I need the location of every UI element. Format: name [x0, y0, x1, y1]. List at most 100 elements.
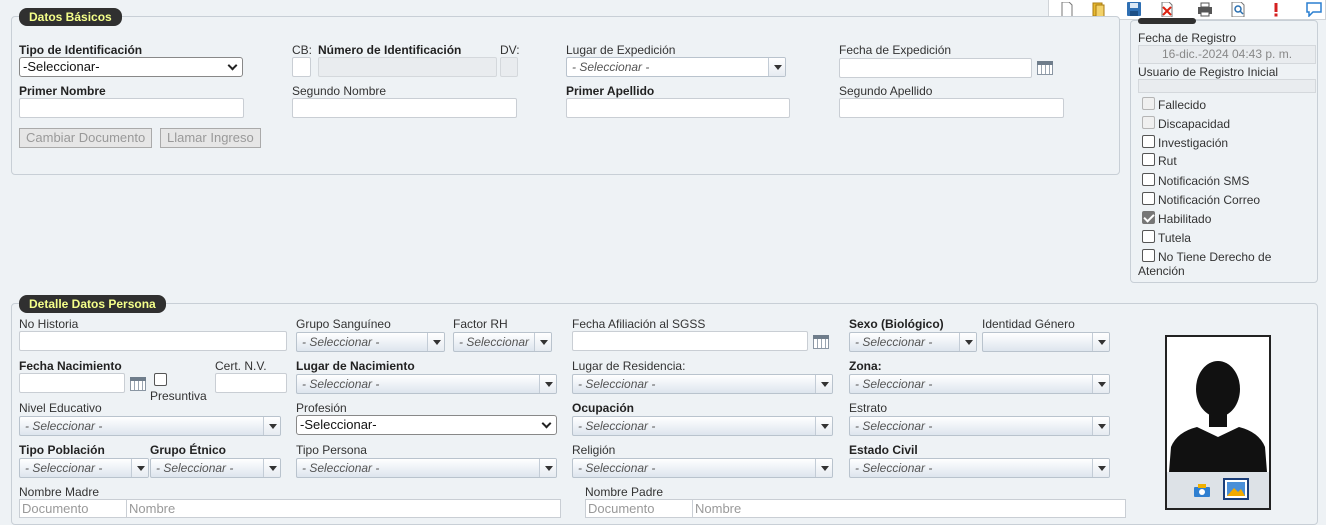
- primer-apellido-label: Primer Apellido: [566, 84, 655, 98]
- no-derecho-checkbox[interactable]: [1142, 249, 1155, 262]
- zona-combo[interactable]: - Seleccionar -: [849, 374, 1110, 394]
- dropdown-arrow-icon[interactable]: [263, 417, 280, 435]
- grupo-etnico-value: - Seleccionar -: [156, 461, 234, 475]
- ocupacion-combo[interactable]: - Seleccionar -: [572, 416, 833, 436]
- discapacidad-label: Discapacidad: [1158, 117, 1231, 131]
- dropdown-arrow-icon[interactable]: [263, 459, 280, 477]
- dropdown-arrow-icon[interactable]: [1092, 459, 1109, 477]
- comment-icon[interactable]: [1306, 2, 1322, 17]
- preview-icon[interactable]: [1230, 2, 1246, 17]
- fallecido-checkbox[interactable]: [1142, 97, 1155, 110]
- padre-documento-input[interactable]: Documento: [585, 499, 693, 518]
- primer-apellido-input[interactable]: [566, 98, 790, 118]
- photo-frame: [1165, 335, 1271, 510]
- dv-input[interactable]: [500, 57, 518, 77]
- segundo-apellido-input[interactable]: [839, 98, 1064, 118]
- camera-icon[interactable]: [1193, 482, 1211, 498]
- tipo-identificacion-value: -Seleccionar-: [23, 59, 100, 74]
- tipo-poblacion-combo[interactable]: - Seleccionar -: [19, 458, 149, 478]
- discapacidad-checkbox[interactable]: [1142, 116, 1155, 129]
- registro-legend-tab: [1138, 18, 1196, 24]
- rut-checkbox[interactable]: [1142, 153, 1155, 166]
- madre-nombre-input[interactable]: Nombre: [126, 499, 561, 518]
- primer-nombre-input[interactable]: [19, 98, 244, 118]
- alert-icon[interactable]: [1268, 2, 1284, 17]
- presuntiva-checkbox[interactable]: [154, 373, 167, 386]
- sexo-value: - Seleccionar -: [855, 335, 933, 349]
- no-historia-input[interactable]: [19, 331, 287, 351]
- dropdown-arrow-icon[interactable]: [131, 459, 148, 477]
- madre-documento-input[interactable]: Documento: [19, 499, 127, 518]
- notificacion-sms-checkbox[interactable]: [1142, 173, 1155, 186]
- sexo-label: Sexo (Biológico): [849, 317, 944, 331]
- lugar-nacimiento-combo[interactable]: - Seleccionar -: [296, 374, 557, 394]
- print-icon[interactable]: [1197, 2, 1213, 17]
- notificacion-correo-checkbox[interactable]: [1142, 192, 1155, 205]
- dropdown-arrow-icon[interactable]: [1092, 333, 1109, 351]
- notificacion-correo-label: Notificación Correo: [1158, 193, 1261, 207]
- cambiar-documento-button[interactable]: Cambiar Documento: [19, 128, 153, 148]
- numero-identificacion-input[interactable]: [318, 57, 497, 77]
- lugar-residencia-label: Lugar de Residencia:: [572, 359, 686, 373]
- dropdown-arrow-icon[interactable]: [427, 333, 444, 351]
- religion-combo[interactable]: - Seleccionar -: [572, 458, 833, 478]
- lugar-expedicion-combo[interactable]: - Seleccionar -: [566, 57, 786, 77]
- tipo-poblacion-value: - Seleccionar -: [25, 461, 103, 475]
- photo-actions: [1167, 472, 1269, 508]
- dropdown-arrow-icon[interactable]: [539, 459, 556, 477]
- no-derecho-label: No Tiene Derecho de: [1158, 250, 1272, 264]
- tipo-identificacion-select[interactable]: -Seleccionar-: [19, 57, 243, 77]
- cb-input[interactable]: [292, 57, 311, 77]
- grupo-etnico-combo[interactable]: - Seleccionar -: [150, 458, 281, 478]
- dropdown-arrow-icon[interactable]: [539, 375, 556, 393]
- investigacion-checkbox[interactable]: [1142, 135, 1155, 148]
- ocupacion-label: Ocupación: [572, 401, 635, 415]
- fecha-expedicion-input[interactable]: [839, 58, 1032, 78]
- grupo-etnico-label: Grupo Étnico: [150, 443, 226, 457]
- dropdown-arrow-icon[interactable]: [534, 333, 551, 351]
- nivel-educativo-combo[interactable]: - Seleccionar -: [19, 416, 281, 436]
- new-file-icon[interactable]: [1059, 2, 1075, 17]
- tutela-checkbox[interactable]: [1142, 230, 1155, 243]
- factor-rh-label: Factor RH: [453, 317, 508, 331]
- dropdown-arrow-icon[interactable]: [815, 459, 832, 477]
- dropdown-arrow-icon[interactable]: [768, 58, 785, 76]
- fecha-afiliacion-label: Fecha Afiliación al SGSS: [572, 317, 706, 331]
- padre-nombre-input[interactable]: Nombre: [692, 499, 1126, 518]
- factor-rh-combo[interactable]: - Seleccionar: [453, 332, 552, 352]
- nombre-madre-label: Nombre Madre: [19, 485, 100, 499]
- dropdown-arrow-icon[interactable]: [815, 417, 832, 435]
- sexo-combo[interactable]: - Seleccionar -: [849, 332, 977, 352]
- calendar-icon[interactable]: [813, 335, 829, 349]
- fecha-registro-value: 16-dic.-2024 04:43 p. m.: [1138, 45, 1316, 64]
- delete-icon[interactable]: [1159, 2, 1175, 17]
- calendar-icon[interactable]: [1037, 61, 1053, 75]
- calendar-icon[interactable]: [130, 377, 146, 391]
- dropdown-arrow-icon[interactable]: [815, 375, 832, 393]
- tipo-persona-combo[interactable]: - Seleccionar -: [296, 458, 557, 478]
- estado-civil-combo[interactable]: - Seleccionar -: [849, 458, 1110, 478]
- fecha-nacimiento-input[interactable]: [19, 373, 125, 393]
- gallery-icon[interactable]: [1223, 478, 1249, 500]
- cert-nv-input[interactable]: [215, 373, 287, 393]
- dropdown-arrow-icon[interactable]: [959, 333, 976, 351]
- fecha-afiliacion-input[interactable]: [572, 331, 808, 351]
- lugar-residencia-combo[interactable]: - Seleccionar -: [572, 374, 833, 394]
- habilitado-checkbox[interactable]: [1142, 211, 1155, 224]
- tipo-identificacion-label: Tipo de Identificación: [19, 43, 143, 57]
- grupo-sanguineo-value: - Seleccionar -: [302, 335, 380, 349]
- profesion-select[interactable]: -Seleccionar-: [296, 415, 557, 435]
- no-historia-label: No Historia: [19, 317, 79, 331]
- grupo-sanguineo-combo[interactable]: - Seleccionar -: [296, 332, 445, 352]
- estado-civil-value: - Seleccionar -: [855, 461, 933, 475]
- estrato-value: - Seleccionar -: [855, 419, 933, 433]
- identidad-genero-combo[interactable]: [982, 332, 1110, 352]
- dropdown-arrow-icon[interactable]: [1092, 417, 1109, 435]
- estrato-combo[interactable]: - Seleccionar -: [849, 416, 1110, 436]
- llamar-ingreso-button[interactable]: Llamar Ingreso: [160, 128, 261, 148]
- open-folder-icon[interactable]: [1091, 2, 1107, 17]
- save-icon[interactable]: [1126, 2, 1142, 17]
- primer-nombre-label: Primer Nombre: [19, 84, 106, 98]
- segundo-nombre-input[interactable]: [292, 98, 517, 118]
- dropdown-arrow-icon[interactable]: [1092, 375, 1109, 393]
